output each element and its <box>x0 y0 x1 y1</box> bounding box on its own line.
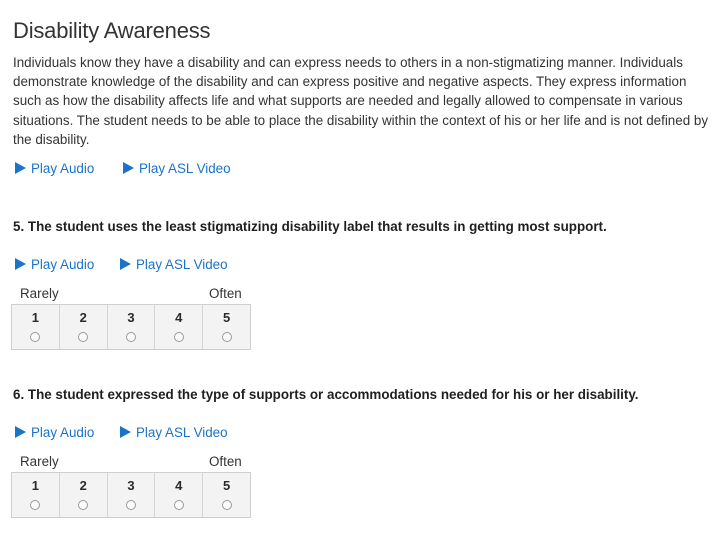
radio-button[interactable] <box>173 332 184 342</box>
question-6-option-1[interactable]: 1 <box>12 473 60 517</box>
question-5-scale-high-label: Often <box>209 286 242 301</box>
radio-button[interactable] <box>125 332 136 342</box>
option-number: 4 <box>175 310 183 325</box>
option-number: 3 <box>127 310 135 325</box>
play-icon <box>15 426 26 438</box>
question-5-play-audio-link[interactable]: Play Audio <box>15 257 94 272</box>
intro-play-video-link[interactable]: Play ASL Video <box>123 161 231 176</box>
question-6-play-video-link[interactable]: Play ASL Video <box>120 425 228 440</box>
option-number: 1 <box>31 310 40 325</box>
radio-button[interactable] <box>30 332 41 342</box>
question-6-option-3[interactable]: 3 <box>108 473 156 517</box>
question-5-play-audio-label: Play Audio <box>31 257 95 272</box>
question-6-option-2[interactable]: 2 <box>60 473 108 517</box>
page-title: Disability Awareness <box>13 18 211 43</box>
option-number: 3 <box>127 478 135 493</box>
question-5-option-1[interactable]: 1 <box>12 305 60 349</box>
play-icon <box>123 162 134 174</box>
question-6-option-4[interactable]: 4 <box>155 473 204 517</box>
question-5-option-4[interactable]: 4 <box>155 305 204 349</box>
play-icon <box>15 162 26 174</box>
question-6-option-5[interactable]: 5 <box>203 473 250 517</box>
play-icon <box>15 258 26 270</box>
radio-button[interactable] <box>125 500 136 510</box>
radio-button[interactable] <box>30 500 41 510</box>
play-icon <box>120 426 131 438</box>
question-6-rating-scale: 1 2 3 4 5 <box>11 472 251 518</box>
question-5-option-2[interactable]: 2 <box>60 305 108 349</box>
option-number: 1 <box>31 478 40 493</box>
page: Disability Awareness Individuals know th… <box>0 0 720 540</box>
question-5-play-video-label: Play ASL Video <box>136 257 228 272</box>
question-6-scale-low-label: Rarely <box>20 454 59 469</box>
question-6-text: 6. The student expressed the type of sup… <box>13 387 639 402</box>
option-number: 4 <box>175 478 183 493</box>
question-5-text: 5. The student uses the least stigmatizi… <box>13 219 607 234</box>
intro-play-video-label: Play ASL Video <box>139 161 231 176</box>
option-number: 2 <box>79 478 87 493</box>
option-number: 2 <box>79 310 87 325</box>
question-6-play-video-label: Play ASL Video <box>136 425 228 440</box>
question-5-play-video-link[interactable]: Play ASL Video <box>120 257 228 272</box>
question-5-option-3[interactable]: 3 <box>108 305 156 349</box>
radio-button[interactable] <box>221 500 232 510</box>
option-number: 5 <box>222 478 231 493</box>
radio-button[interactable] <box>78 332 89 342</box>
radio-button[interactable] <box>221 332 232 342</box>
question-5-option-5[interactable]: 5 <box>203 305 250 349</box>
question-6-play-audio-label: Play Audio <box>31 425 95 440</box>
option-number: 5 <box>222 310 231 325</box>
radio-button[interactable] <box>78 500 89 510</box>
intro-play-audio-label: Play Audio <box>31 161 95 176</box>
question-5-rating-scale: 1 2 3 4 5 <box>11 304 251 350</box>
question-5-scale-low-label: Rarely <box>20 286 59 301</box>
intro-play-audio-link[interactable]: Play Audio <box>15 161 94 176</box>
section-description: Individuals know they have a disability … <box>13 55 709 147</box>
question-6-scale-high-label: Often <box>209 454 242 469</box>
play-icon <box>120 258 131 270</box>
radio-button[interactable] <box>173 500 184 510</box>
question-6-play-audio-link[interactable]: Play Audio <box>15 425 94 440</box>
